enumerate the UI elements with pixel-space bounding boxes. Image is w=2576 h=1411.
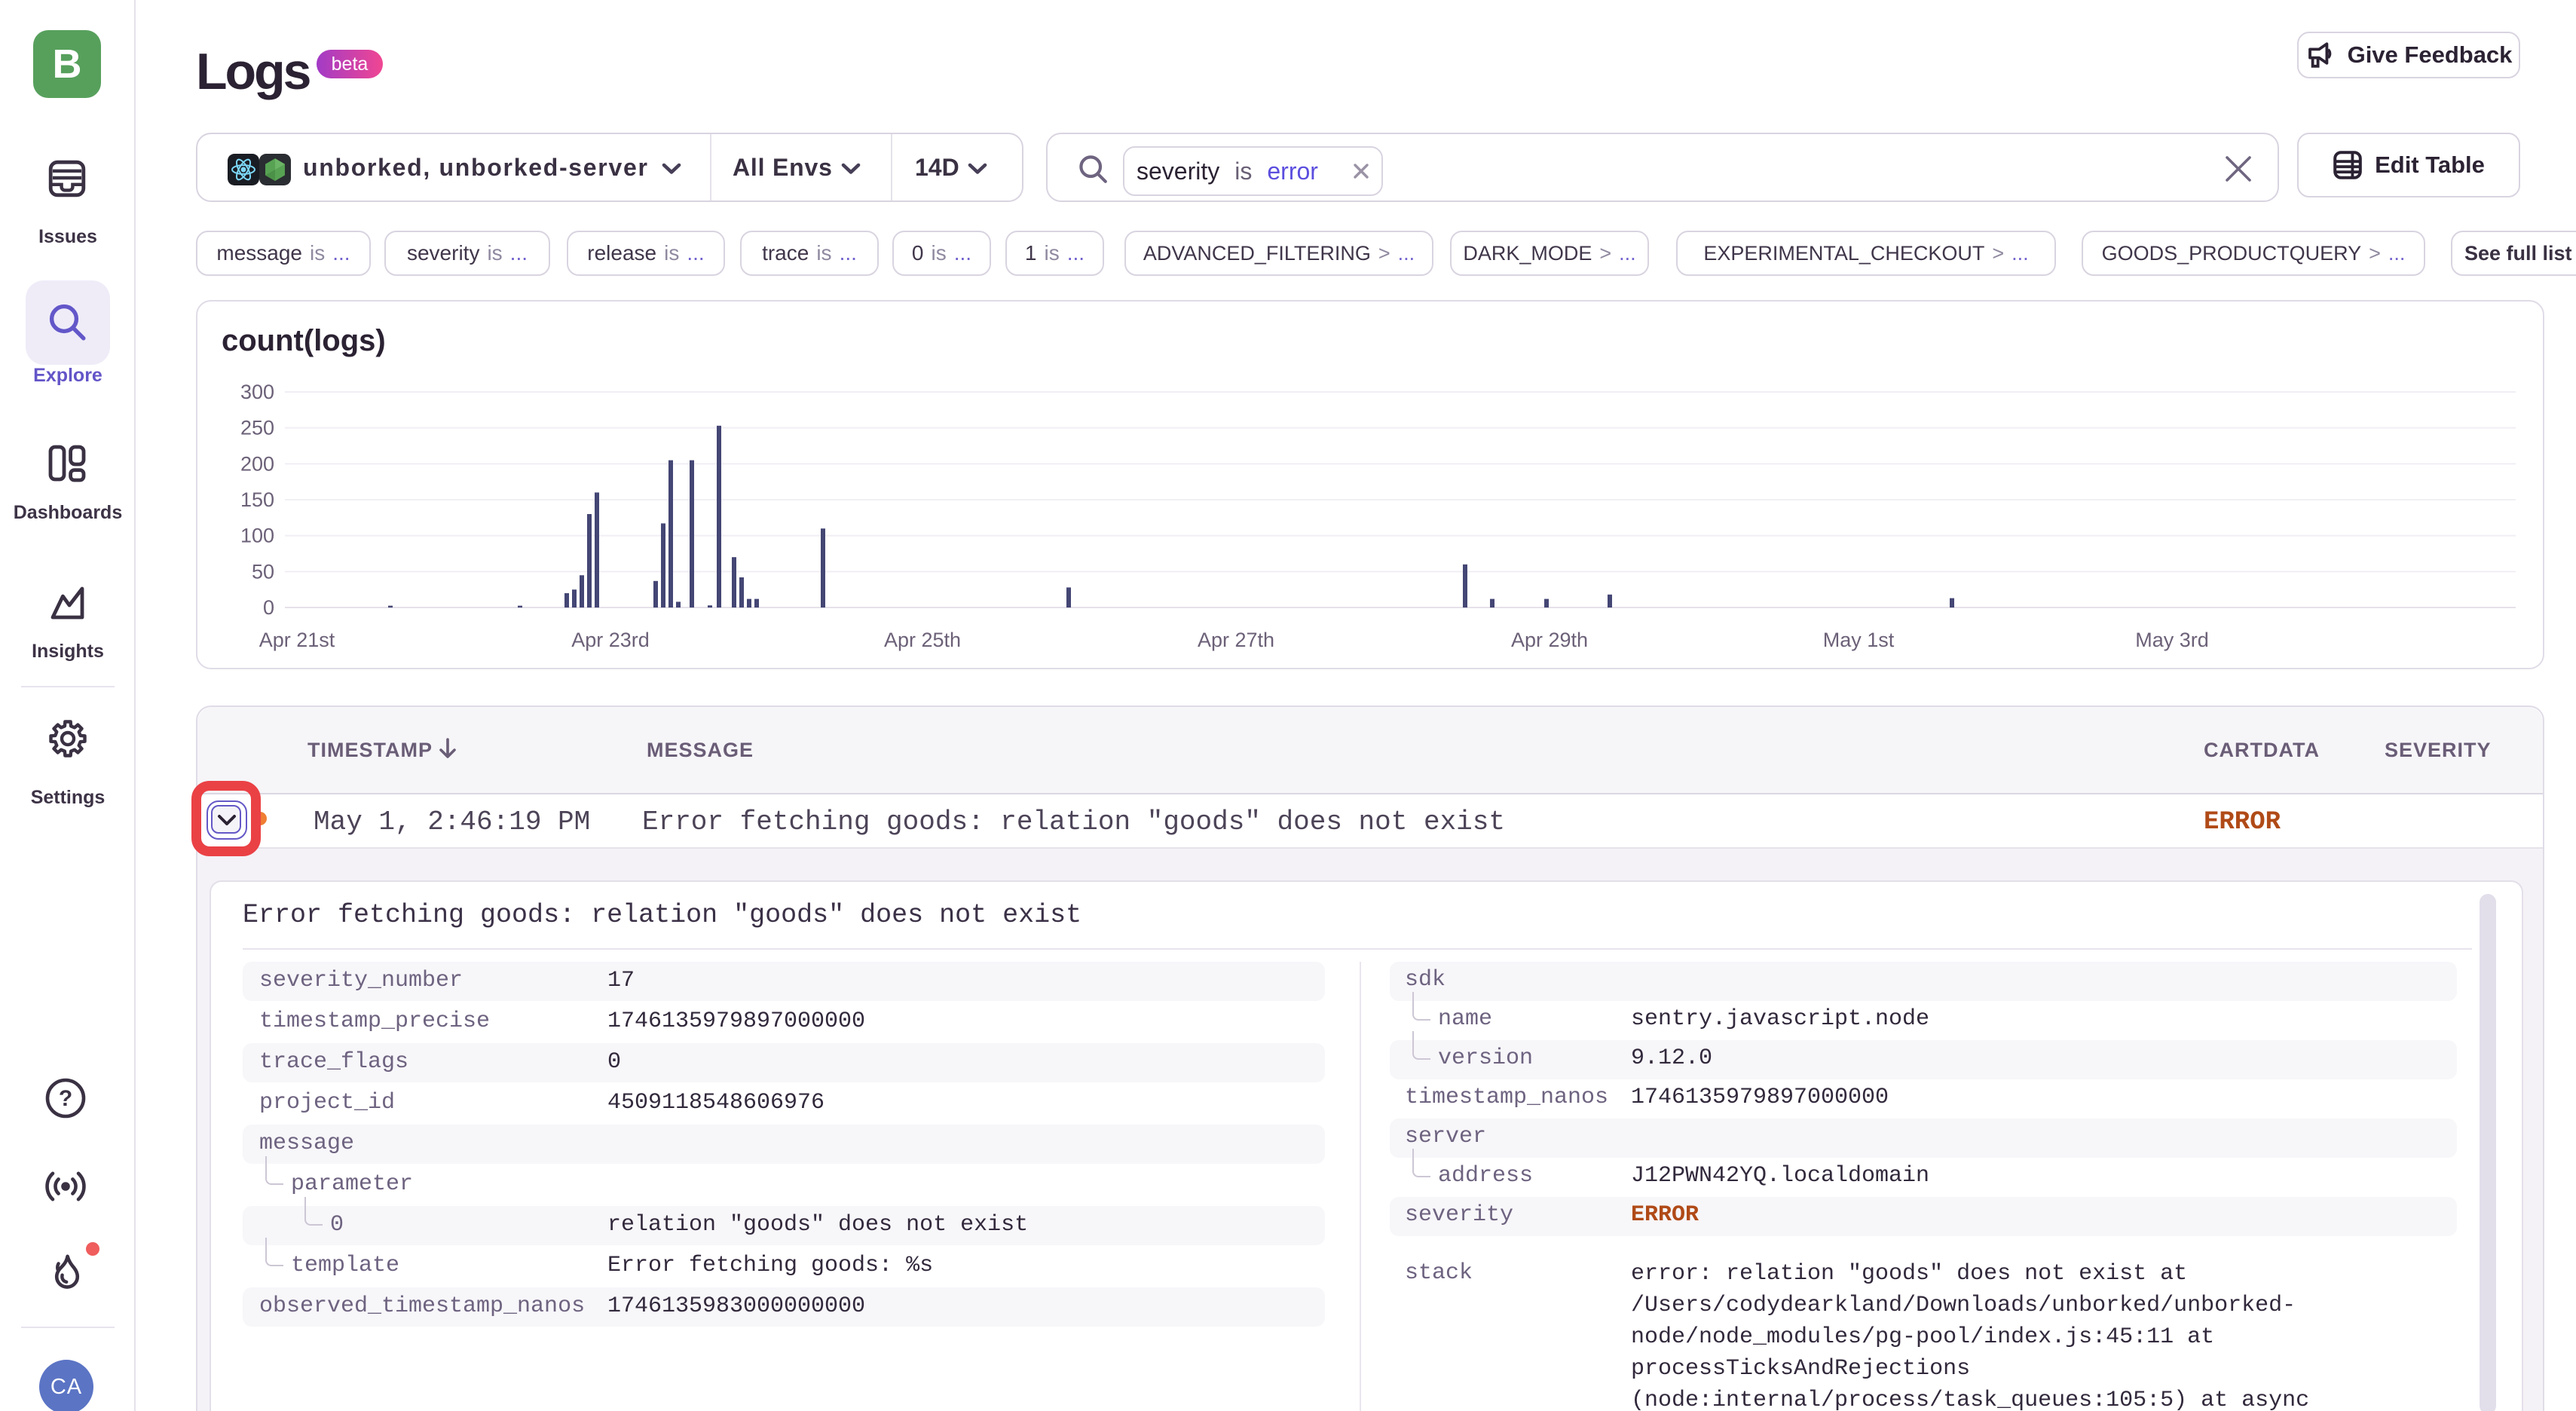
- svg-text:Apr 27th: Apr 27th: [1198, 629, 1274, 651]
- svg-text:Apr 21st: Apr 21st: [259, 629, 335, 651]
- svg-text:Apr 29th: Apr 29th: [1511, 629, 1588, 651]
- svg-text:May 3rd: May 3rd: [2135, 629, 2209, 651]
- svg-text:150: 150: [240, 488, 274, 511]
- svg-text:300: 300: [240, 381, 274, 403]
- svg-text:100: 100: [240, 525, 274, 547]
- svg-text:Apr 23rd: Apr 23rd: [571, 629, 650, 651]
- svg-text:50: 50: [252, 560, 274, 583]
- svg-text:?: ?: [59, 1086, 72, 1111]
- svg-text:Apr 25th: Apr 25th: [884, 629, 961, 651]
- svg-text:0: 0: [263, 596, 274, 619]
- svg-text:May 1st: May 1st: [1823, 629, 1895, 651]
- svg-text:200: 200: [240, 452, 274, 475]
- svg-text:250: 250: [240, 417, 274, 439]
